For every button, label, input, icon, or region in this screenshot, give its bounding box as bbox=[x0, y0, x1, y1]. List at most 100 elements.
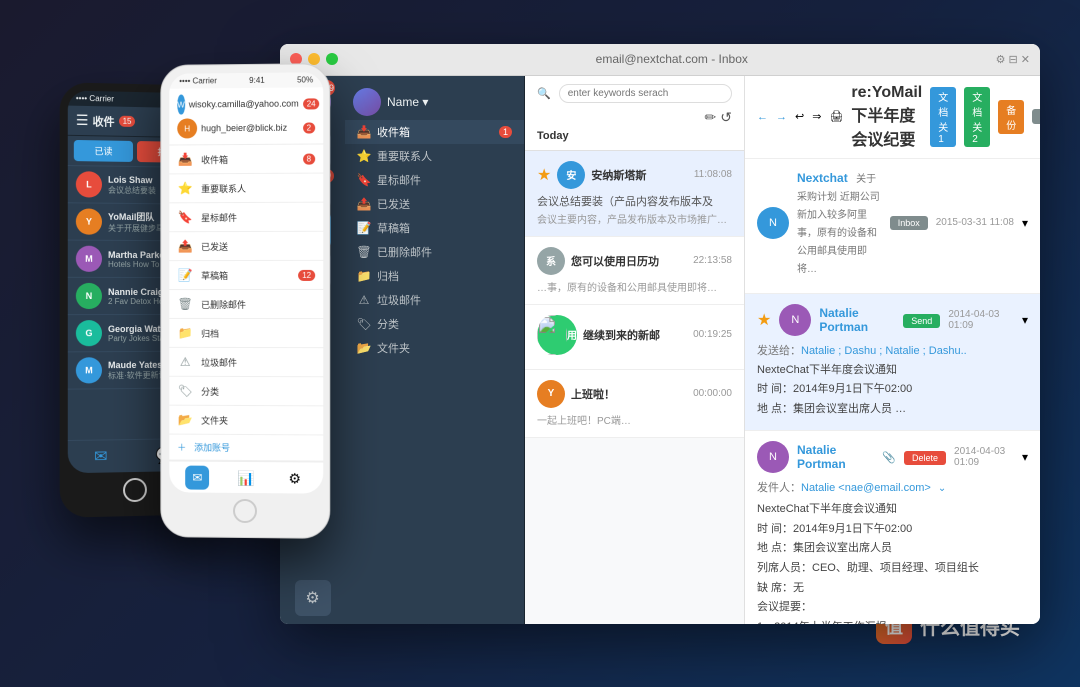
user-info: Name ▾ bbox=[345, 84, 524, 120]
message-from-1: N Nextchat 关于采购计划 近期公司新加入较多阿里事，原有的设备和公用邮… bbox=[757, 169, 1028, 277]
folder-item-sent[interactable]: 📤 已发送 bbox=[345, 192, 524, 216]
light-draft-icon: 📝 bbox=[177, 267, 193, 283]
contact-avatar-1: L bbox=[76, 171, 102, 197]
phone-light-content: •••• Carrier 9:41 50% W wisoky.camilla@y… bbox=[169, 72, 323, 493]
compose-button[interactable]: ✏ bbox=[705, 109, 717, 126]
folder-item-starred[interactable]: 🔖 星标邮件 bbox=[345, 168, 524, 192]
phone-light-home[interactable] bbox=[233, 498, 257, 522]
expand-icon-1[interactable]: ▾ bbox=[1022, 216, 1028, 230]
deleted-icon: 🗑 bbox=[357, 245, 371, 259]
expand-recipients[interactable]: ⌄ bbox=[938, 483, 946, 494]
search-input[interactable] bbox=[559, 84, 732, 103]
expand-icon-3[interactable]: ▾ bbox=[1022, 450, 1028, 464]
light-draft-label: 草稿箱 bbox=[201, 268, 228, 281]
body3-line1: NexteChat下半年度会议通知 bbox=[757, 501, 1028, 519]
reply-button[interactable]: ↩ bbox=[795, 110, 804, 123]
light-folder-archive[interactable]: 📁 归档 bbox=[169, 318, 323, 347]
email-avatar-2: 系 bbox=[537, 247, 565, 275]
acc2-badge: 2 bbox=[303, 121, 316, 132]
light-starred-label: 星标邮件 bbox=[201, 210, 237, 223]
phone-light-statusbar: •••• Carrier 9:41 50% bbox=[169, 72, 323, 88]
folder-label-draft: 草稿箱 bbox=[377, 220, 410, 236]
sidebar-icon-archive[interactable]: ⚙ bbox=[295, 580, 331, 616]
expand-icon-2[interactable]: ▾ bbox=[1022, 313, 1028, 327]
preview-header: 🔍 ✏ ↺ Today bbox=[525, 76, 744, 151]
light-sent-label: 已发送 bbox=[201, 239, 228, 252]
inbox-icon: 📥 bbox=[357, 125, 371, 139]
acc2-email: hugh_beier@blick.biz bbox=[201, 122, 299, 133]
forward-button[interactable]: → bbox=[776, 111, 787, 123]
tag-4[interactable]: Inbox bbox=[1032, 109, 1040, 124]
email-sender-1: 安纳斯塔斯 bbox=[591, 167, 687, 183]
light-folder-sent[interactable]: 📤 已发送 bbox=[169, 231, 323, 260]
account-2[interactable]: H hugh_beier@blick.biz 2 bbox=[177, 115, 315, 140]
folder-item-category[interactable]: 🏷 分类 bbox=[345, 312, 524, 336]
tag-3[interactable]: 备份 bbox=[998, 100, 1024, 134]
light-folder-inbox[interactable]: 📥 收件箱 8 bbox=[169, 144, 323, 174]
folder-label-contacts: 重要联系人 bbox=[377, 148, 432, 164]
account-1[interactable]: W wisoky.camilla@yahoo.com 24 ▾ bbox=[177, 91, 315, 116]
star-icon-1: ★ bbox=[537, 165, 551, 185]
phone-light-bottom: ✉ 📊 ⚙ bbox=[169, 460, 323, 493]
phone-dark-home[interactable] bbox=[123, 477, 147, 501]
forward-all-button[interactable]: ⇒ bbox=[812, 110, 821, 123]
light-folder-category[interactable]: 🏷 分类 bbox=[169, 376, 323, 406]
time-light: 9:41 bbox=[249, 75, 265, 84]
light-add-account[interactable]: ＋ 添加账号 bbox=[169, 434, 323, 461]
chart-bottom-icon[interactable]: 📊 bbox=[234, 465, 258, 489]
message-to-2: 发送给：Natalie ; Dashu ; Natalie ; Dashu.. bbox=[757, 342, 1028, 358]
category-icon: 🏷 bbox=[357, 317, 371, 331]
read-btn[interactable]: 已读 bbox=[74, 139, 133, 161]
light-category-label: 分类 bbox=[201, 384, 219, 397]
folder-item-spam[interactable]: ⚠ 垃圾邮件 bbox=[345, 288, 524, 312]
email-item-2[interactable]: 系 您可以使用日历功 22:13:58 …事，原有的设备和公用邮具使用即将… bbox=[525, 237, 744, 305]
send-tag: Send bbox=[903, 314, 940, 328]
light-folder-starred[interactable]: 🔖 星标邮件 bbox=[169, 202, 323, 232]
phone-light-screen: •••• Carrier 9:41 50% W wisoky.camilla@y… bbox=[169, 72, 323, 493]
folder-item-archive[interactable]: 📁 归档 bbox=[345, 264, 524, 288]
folder-panel: Name ▾ 📥 收件箱 1 ⭐ 重要联系人 🔖 星标邮件 📤 已发送 bbox=[345, 76, 525, 624]
body3-line2: 时 间：2014年9月1日下午02:00 bbox=[757, 521, 1028, 539]
email-item-4[interactable]: Y 上班啦！ 00:00:00 一起上班吧！PC端… bbox=[525, 370, 744, 438]
refresh-button[interactable]: ↺ bbox=[720, 109, 732, 126]
folder-item-deleted[interactable]: 🗑 已删除邮件 bbox=[345, 240, 524, 264]
light-files-label: 文件夹 bbox=[201, 413, 228, 426]
mail-icon-dark[interactable]: ✉ bbox=[94, 446, 107, 466]
message-about-1: 关于采购计划 近期公司新加入较多阿里事，原有的设备和公用邮具使用即将… bbox=[797, 174, 880, 275]
email-message-1[interactable]: N Nextchat 关于采购计划 近期公司新加入较多阿里事，原有的设备和公用邮… bbox=[745, 159, 1040, 294]
sent-icon: 📤 bbox=[357, 197, 371, 211]
email-subject-bar: ← → ↩ ⇒ 🖨 re:YoMail 下半年度会议纪要 文档关1 文档关2 备… bbox=[745, 76, 1040, 159]
phone-light: •••• Carrier 9:41 50% W wisoky.camilla@y… bbox=[160, 63, 330, 539]
email-time-4: 00:00:00 bbox=[693, 388, 732, 399]
folder-item-contacts[interactable]: ⭐ 重要联系人 bbox=[345, 144, 524, 168]
email-item-3[interactable]: 用 继续到来的新邮 00:19:25 bbox=[525, 305, 744, 370]
light-folder-contacts[interactable]: ⭐ 重要联系人 bbox=[169, 173, 323, 203]
light-folder-spam[interactable]: ⚠ 垃圾邮件 bbox=[169, 347, 323, 376]
window-title: email@nextchat.com - Inbox bbox=[348, 52, 996, 66]
print-button[interactable]: 🖨 bbox=[829, 110, 843, 123]
folder-item-folder[interactable]: 📂 文件夹 bbox=[345, 336, 524, 360]
light-folder-deleted[interactable]: 🗑 已删除邮件 bbox=[169, 289, 323, 318]
email-avatar-3: 用 bbox=[537, 315, 577, 355]
add-account-label: 添加账号 bbox=[194, 440, 230, 453]
folder-label-deleted: 已删除邮件 bbox=[377, 244, 432, 260]
tag-1[interactable]: 文档关1 bbox=[930, 87, 956, 147]
email-message-3[interactable]: N Natalie Portman 📎 Delete 2014-04-03 01… bbox=[745, 431, 1040, 623]
contact-avatar-g: G bbox=[76, 320, 102, 346]
folder-item-inbox[interactable]: 📥 收件箱 1 bbox=[345, 120, 524, 144]
back-icon-dark[interactable]: ☰ bbox=[76, 111, 89, 128]
light-folder-draft[interactable]: 📝 草稿箱 12 bbox=[169, 260, 323, 289]
email-message-2[interactable]: ★ N Natalie Portman Send 2014-04-03 01:0… bbox=[745, 294, 1040, 432]
folder-item-draft[interactable]: 📝 草稿箱 bbox=[345, 216, 524, 240]
light-folder-files[interactable]: 📂 文件夹 bbox=[169, 405, 323, 435]
email-sender-2: 您可以使用日历功 bbox=[571, 253, 687, 269]
mail-bottom-icon[interactable]: ✉ bbox=[186, 465, 210, 489]
phone-dark-badge: 15 bbox=[119, 115, 136, 126]
tag-2[interactable]: 文档关2 bbox=[964, 87, 990, 147]
carrier-dark: •••• Carrier bbox=[76, 93, 114, 103]
back-button[interactable]: ← bbox=[757, 111, 768, 123]
acc1-avatar: W bbox=[177, 94, 185, 114]
window-icon: ⚙ ⊟ ✕ bbox=[996, 53, 1030, 66]
email-item-1[interactable]: ★ 安 安纳斯塔斯 11:08:08 会议总结要装（产品内容发布版本及 会议主要… bbox=[525, 151, 744, 237]
settings-bottom-icon[interactable]: ⚙ bbox=[283, 466, 307, 490]
